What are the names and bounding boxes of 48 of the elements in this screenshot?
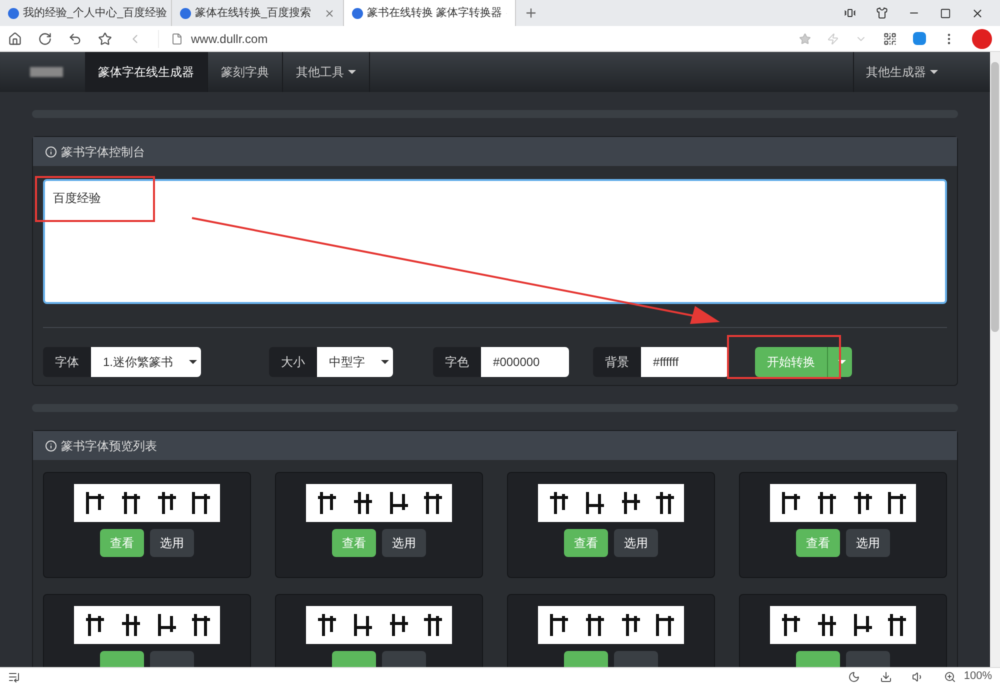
dropdown-toggle[interactable] <box>827 347 852 377</box>
input-field[interactable]: #ffffff <box>641 347 730 377</box>
caret-icon <box>838 360 846 364</box>
field-label: 大小 <box>269 347 318 377</box>
field-label: 背景 <box>593 347 642 377</box>
info-icon <box>45 440 57 452</box>
star-icon[interactable] <box>98 32 112 46</box>
zoom-level: 100% <box>964 669 992 684</box>
volume-icon[interactable] <box>912 670 924 682</box>
avatar-icon[interactable] <box>972 28 992 48</box>
shirt-icon[interactable] <box>876 7 888 19</box>
info-icon <box>45 146 57 158</box>
moon-icon[interactable] <box>848 670 860 682</box>
select-button[interactable]: 选用 <box>382 529 426 557</box>
field-label: 字体 <box>43 347 91 377</box>
reload-icon[interactable] <box>38 32 52 46</box>
text-area[interactable]: 百度经验 <box>43 179 947 304</box>
maximize-icon[interactable] <box>940 8 951 18</box>
caret-icon <box>930 70 938 74</box>
new-tab-icon[interactable] <box>524 6 538 20</box>
nav-item[interactable]: 其他工具 <box>283 52 370 92</box>
nav-item[interactable]: 篆刻字典 <box>208 52 283 92</box>
qr-icon[interactable] <box>883 32 897 46</box>
field-label: 字色 <box>433 347 482 377</box>
close-icon[interactable] <box>971 6 984 20</box>
address-bar[interactable]: www.dullr.com <box>158 30 783 48</box>
panel-title: 篆书字体控制台 <box>61 144 145 160</box>
nav-item[interactable]: 篆体字在线生成器 <box>85 52 208 92</box>
caret-icon <box>381 360 390 364</box>
panel-title: 篆书字体预览列表 <box>61 438 157 454</box>
dropdown-select[interactable]: 1.迷你繁篆书 <box>91 347 202 377</box>
list-icon[interactable] <box>8 670 20 682</box>
app-icon[interactable] <box>913 32 926 45</box>
dropdown-select[interactable]: 中型字 <box>317 347 394 377</box>
vibrate-icon[interactable] <box>844 7 856 19</box>
nav-item[interactable]: 其他生成器 <box>853 52 950 92</box>
undo-icon[interactable] <box>68 32 82 46</box>
download-icon[interactable] <box>880 670 892 682</box>
select-button[interactable]: 选用 <box>846 529 890 557</box>
browser-tab[interactable]: 篆书在线转换 篆体字转换器 <box>344 0 516 26</box>
caret-icon <box>348 70 356 74</box>
home-icon[interactable] <box>8 32 22 46</box>
scrollbar[interactable] <box>990 52 1000 667</box>
select-button[interactable]: 选用 <box>150 529 194 557</box>
select-button[interactable]: 选用 <box>614 529 658 557</box>
input-field[interactable]: #000000 <box>481 347 570 377</box>
caret-icon <box>189 360 198 364</box>
zoom-icon[interactable] <box>944 670 956 682</box>
